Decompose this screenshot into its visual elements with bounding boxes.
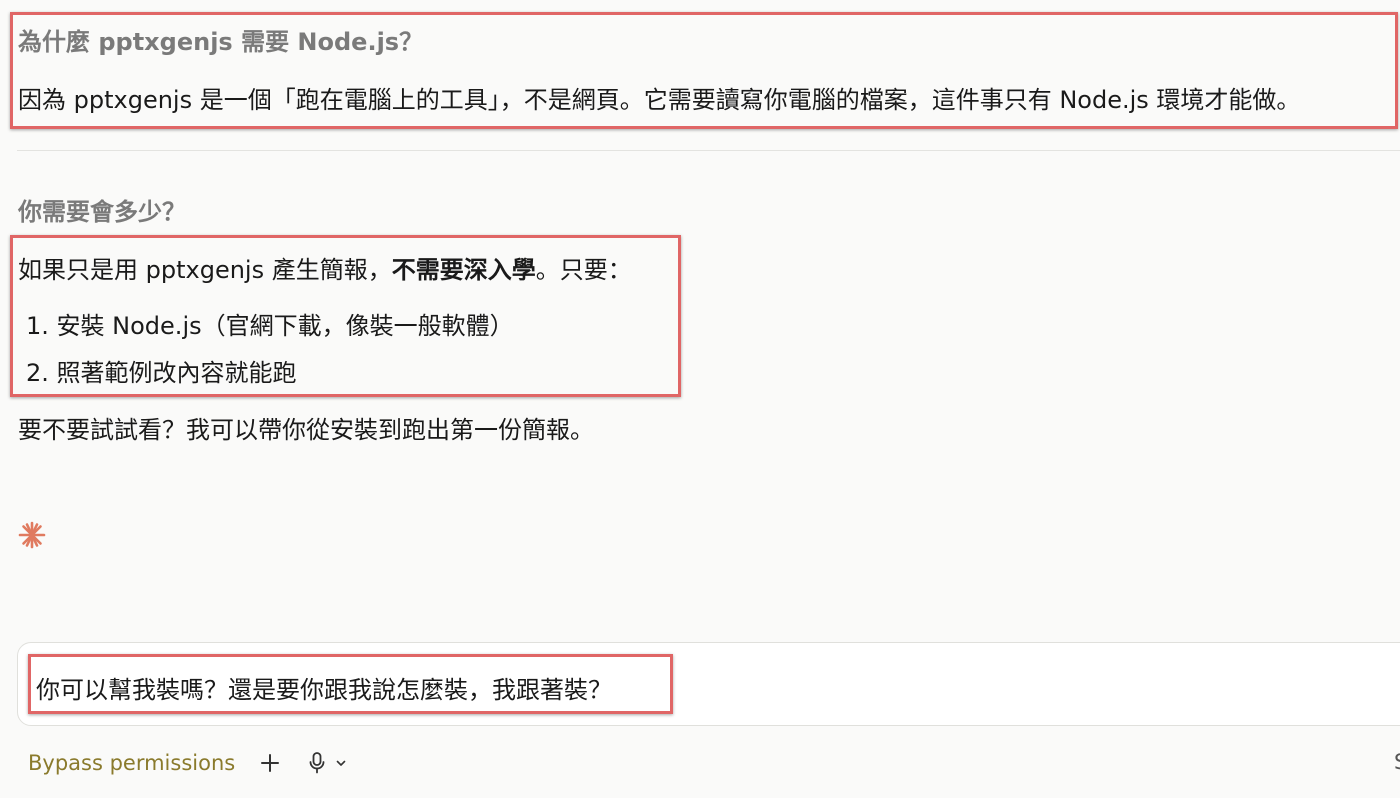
- answer-paragraph: 因為 pptxgenjs 是一個「跑在電腦上的工具」，不是網頁。它需要讀寫你電腦…: [18, 86, 1301, 114]
- list-number: 2.: [26, 359, 49, 387]
- intro-paragraph: 如果只是用 pptxgenjs 產生簡報，不需要深入學。只要：: [18, 250, 632, 285]
- list-number: 1.: [26, 312, 49, 340]
- intro-tail: 。只要：: [535, 256, 632, 284]
- sparkle-icon: [18, 521, 46, 549]
- truncated-edge-label: S: [1394, 750, 1400, 774]
- plus-icon[interactable]: [259, 752, 281, 774]
- list-text: 安裝 Node.js（官網下載，像裝一般軟體）: [56, 312, 514, 340]
- list-item: 2. 照著範例改內容就能跑: [26, 353, 297, 388]
- intro-bold-text: 不需要深入學: [391, 256, 536, 284]
- message-input[interactable]: 你可以幫我裝嗎？還是要你跟我說怎麼裝，我跟著裝？: [36, 670, 612, 705]
- followup-paragraph: 要不要試試看？我可以帶你從安裝到跑出第一份簡報。: [18, 416, 594, 444]
- section-heading-how-much: 你需要會多少？: [18, 198, 186, 226]
- composer-toolbar: Bypass permissions: [28, 746, 347, 780]
- chat-page: 為什麼 pptxgenjs 需要 Node.js？ 因為 pptxgenjs 是…: [0, 0, 1400, 798]
- list-item: 1. 安裝 Node.js（官網下載，像裝一般軟體）: [26, 306, 514, 341]
- permission-mode-button[interactable]: Bypass permissions: [28, 751, 235, 775]
- divider: [17, 150, 1400, 151]
- section-heading-why-node: 為什麼 pptxgenjs 需要 Node.js？: [18, 28, 424, 56]
- list-text: 照著範例改內容就能跑: [56, 359, 297, 387]
- intro-text: 如果只是用 pptxgenjs 產生簡報，: [18, 256, 392, 284]
- microphone-icon[interactable]: [307, 751, 327, 775]
- chevron-down-icon[interactable]: [335, 757, 347, 769]
